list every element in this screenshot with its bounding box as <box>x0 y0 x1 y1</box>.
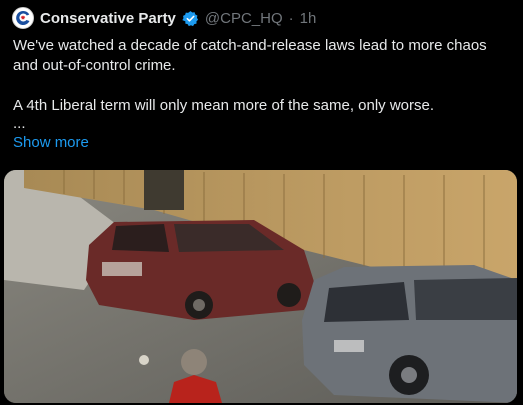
tweet-header: Conservative Party @CPC_HQ · 1h <box>12 6 316 30</box>
conservative-party-logo-icon <box>15 10 31 26</box>
grey-minivan <box>302 265 517 403</box>
verified-badge-icon <box>182 10 199 27</box>
author-handle[interactable]: @CPC_HQ <box>205 10 283 27</box>
tweet-paragraph-2: A 4th Liberal term will only mean more o… <box>13 97 435 114</box>
author-name[interactable]: Conservative Party <box>40 10 176 27</box>
tweet-media-video[interactable] <box>4 170 517 403</box>
separator-dot: · <box>288 9 294 27</box>
avatar[interactable] <box>12 7 34 29</box>
timestamp[interactable]: 1h <box>300 10 317 27</box>
show-more-link[interactable]: Show more <box>13 134 89 151</box>
tweet-card[interactable]: Conservative Party @CPC_HQ · 1h We've wa… <box>0 0 523 405</box>
tweet-paragraph-1: We've watched a decade of catch-and-rele… <box>13 37 487 74</box>
tweet-text: We've watched a decade of catch-and-rele… <box>13 36 513 132</box>
tweet-ellipsis: ... <box>13 115 26 132</box>
